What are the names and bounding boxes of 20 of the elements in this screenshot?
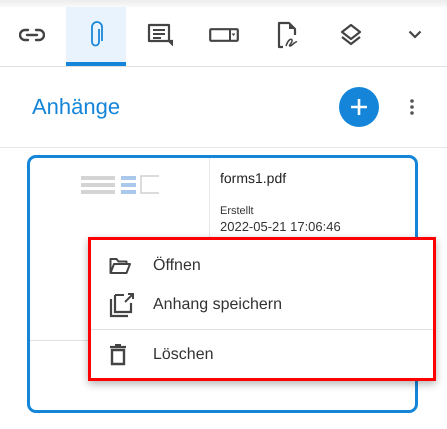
signature-icon xyxy=(276,20,298,48)
comment-icon xyxy=(146,22,173,46)
created-date: 2022-05-21 17:06:46 xyxy=(220,219,341,234)
trash-icon xyxy=(109,344,127,366)
menu-item[interactable]: Anhang speichern xyxy=(91,285,433,324)
plus-icon xyxy=(348,96,370,118)
folder-icon xyxy=(109,256,131,274)
paperclip-icon xyxy=(88,20,103,48)
chevron-down-icon xyxy=(408,30,422,39)
more-options-button[interactable] xyxy=(407,97,417,117)
file-name: forms1.pdf xyxy=(220,170,288,186)
menu-item[interactable]: Öffnen xyxy=(91,246,433,285)
layers-icon xyxy=(339,22,364,46)
created-label: Erstellt xyxy=(220,205,255,217)
form-field-icon xyxy=(208,28,238,42)
menu-item[interactable]: Löschen xyxy=(91,335,433,374)
export-icon xyxy=(109,292,135,318)
panel-title: Anhänge xyxy=(32,94,122,120)
add-button[interactable] xyxy=(339,87,379,127)
link-icon xyxy=(18,28,45,42)
